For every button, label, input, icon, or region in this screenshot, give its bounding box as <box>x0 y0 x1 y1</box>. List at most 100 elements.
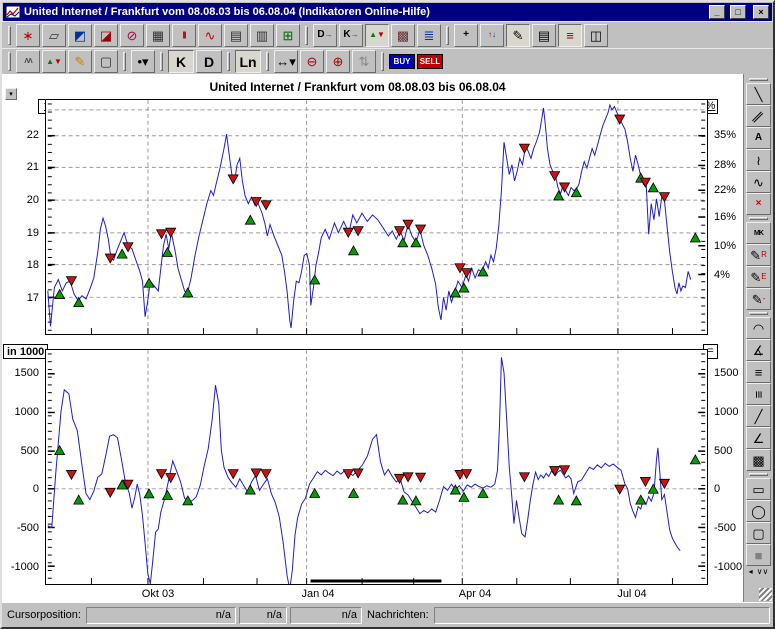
signal-markers2-button[interactable]: ▲ ▼ <box>42 50 66 73</box>
sell-marker <box>250 197 262 208</box>
buy-marker <box>309 487 321 498</box>
toolbar-grip[interactable] <box>446 25 449 45</box>
horizontal-lines-tool[interactable]: ≡ <box>746 361 771 383</box>
scale-shift-button[interactable]: ↑ ↓ <box>480 23 504 47</box>
sell-button[interactable]: SELL <box>417 54 443 69</box>
study-minus-tool[interactable]: ✎ - <box>746 288 771 310</box>
toolbar-grip[interactable] <box>8 25 11 45</box>
export-k-button[interactable]: K → <box>339 23 363 47</box>
detail-d-button[interactable]: D <box>196 50 222 73</box>
copy-chart-button[interactable]: ▱ <box>42 23 66 47</box>
v-scale-button: ⇅ <box>352 50 376 73</box>
export-d-button[interactable]: D → <box>313 23 337 47</box>
toolbar-grip[interactable] <box>749 312 768 315</box>
toolbar-grip[interactable] <box>749 217 768 220</box>
zigzag-button[interactable]: ΛΛ <box>16 50 40 73</box>
toolbar-grip[interactable] <box>381 52 384 71</box>
hide-indicator-button[interactable]: ⊘ <box>120 23 144 47</box>
more-tools-icon[interactable]: ∨∨ <box>757 568 769 576</box>
move-blocks-button[interactable]: ◪ <box>94 23 118 47</box>
candle-k-button[interactable]: K <box>168 50 194 73</box>
sell-marker <box>260 469 272 480</box>
sell-marker <box>65 276 78 287</box>
toolbar-grip[interactable] <box>8 52 11 71</box>
maximize-button[interactable]: □ <box>730 5 746 19</box>
close-button[interactable]: × <box>753 5 769 19</box>
cursor-y-field: n/a <box>238 606 287 624</box>
legend-list-button[interactable]: ≡ <box>558 23 582 47</box>
add-chart-button[interactable]: ⊞ <box>276 23 300 47</box>
text-tool[interactable]: A <box>746 127 771 149</box>
sell-marker <box>393 226 406 237</box>
x-axis-label: Apr 04 <box>458 588 492 600</box>
toolbar-grip[interactable] <box>305 25 308 45</box>
indicator-list-button[interactable]: ≣ <box>417 23 441 47</box>
note-page-button[interactable]: ▤ <box>532 23 556 47</box>
sell-marker <box>65 470 78 481</box>
gann-grid-tool[interactable]: ▩ <box>746 449 771 471</box>
filled-rectangle-tool[interactable]: ■ <box>746 544 771 566</box>
draw-pencil-button[interactable]: ✎ <box>506 23 530 47</box>
ellipse-tool[interactable]: ◯ <box>746 500 771 522</box>
toolbar-grip[interactable] <box>123 52 126 71</box>
chart-matrix-button[interactable]: ▩ <box>391 23 415 47</box>
buy-marker <box>143 488 155 499</box>
delete-drawing-tool[interactable]: × <box>746 193 771 215</box>
new-chart-button[interactable]: ∗ <box>16 23 40 47</box>
curve-tool[interactable]: ∿ <box>746 171 771 193</box>
toolbar-grip[interactable] <box>266 52 269 71</box>
vertical-lines-tool[interactable]: ≡ <box>746 383 771 405</box>
sell-marker <box>122 242 134 253</box>
scale-blocks-button[interactable]: ◩ <box>68 23 92 47</box>
app-icon <box>6 6 20 18</box>
trend-mk-tool[interactable]: MK <box>746 222 771 244</box>
prev-tools-icon[interactable]: ◂ <box>749 568 753 576</box>
title-bar[interactable]: United Internet / Frankfurt vom 08.08.03… <box>3 3 772 21</box>
line-tool[interactable]: ╲ <box>746 83 771 105</box>
marker-pen-button[interactable]: ✎ <box>68 50 92 73</box>
toolbar-grip[interactable] <box>160 52 163 71</box>
fan-lines-tool[interactable]: ∡ <box>746 339 771 361</box>
toolbar-grip[interactable] <box>749 473 768 476</box>
histogram-button[interactable]: ||| <box>172 23 196 47</box>
toolbar-grip[interactable] <box>227 52 230 71</box>
trendline-tool[interactable]: ╱ <box>746 405 771 427</box>
zoom-out-button[interactable]: ⊖ <box>300 50 324 73</box>
cursor-value-field: n/a <box>289 606 362 624</box>
vpt-chart-y-right-label: -1000 <box>714 561 743 573</box>
rounded-rectangle-tool[interactable]: ▢ <box>746 522 771 544</box>
line-chart-button[interactable]: ∿ <box>198 23 222 47</box>
vpt-chart-y-right-label: 1500 <box>714 367 739 379</box>
buy-marker <box>410 495 422 506</box>
price-chart-canvas[interactable] <box>45 99 708 335</box>
properties-button[interactable]: ▢ <box>94 50 118 73</box>
price-chart-y-right-label: 16% <box>714 211 737 223</box>
buy-marker <box>161 246 174 257</box>
crosshair-button[interactable]: + <box>454 23 478 47</box>
signal-markers-button[interactable]: ▲ ▼ <box>365 23 389 47</box>
fibonacci-arcs-tool[interactable]: ◠ <box>746 317 771 339</box>
study-r-tool[interactable]: ✎ R <box>746 244 771 266</box>
minimize-button[interactable]: _ <box>709 5 725 19</box>
quote-board-button[interactable]: ▦ <box>146 23 170 47</box>
toolbar-grip[interactable] <box>749 78 768 81</box>
log-scale-button[interactable]: Ln <box>235 50 261 73</box>
h-range-dropdown[interactable]: ↔ ▾ <box>274 50 298 73</box>
freehand-tool[interactable]: ≀ <box>746 149 771 171</box>
sell-marker <box>614 114 626 125</box>
report-button[interactable]: ▤ <box>224 23 248 47</box>
notes-button[interactable]: ▥ <box>250 23 274 47</box>
layout-button[interactable]: ◫ <box>584 23 608 47</box>
speed-lines-tool[interactable]: ∠ <box>746 427 771 449</box>
parallel-lines-tool[interactable]: ∥ <box>746 105 771 127</box>
chart-title: United Internet / Frankfurt vom 08.08.03… <box>209 80 506 94</box>
resize-grip[interactable] <box>759 588 772 601</box>
buy-marker <box>309 274 321 285</box>
zoom-in-button[interactable]: ⊕ <box>326 50 350 73</box>
study-e-tool[interactable]: ✎ E <box>746 266 771 288</box>
buy-marker <box>347 487 360 498</box>
rectangle-tool[interactable]: ▭ <box>746 478 771 500</box>
line-width-dropdown[interactable]: • ▾ <box>131 50 155 73</box>
vpt-chart-canvas[interactable] <box>45 349 708 585</box>
buy-button[interactable]: BUY <box>389 54 415 69</box>
